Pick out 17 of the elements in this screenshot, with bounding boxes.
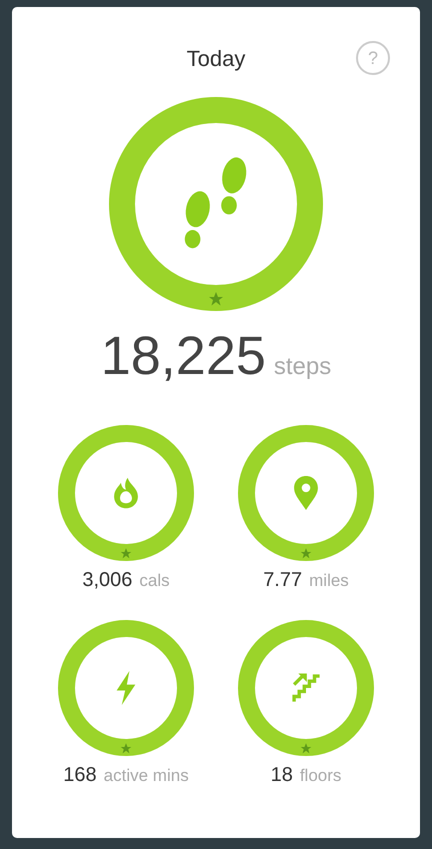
steps-unit: steps: [274, 353, 332, 381]
footprints-icon: [184, 157, 246, 248]
stat-unit: active mins: [104, 766, 189, 786]
stat-value: 7.77: [263, 569, 302, 592]
help-button[interactable]: ?: [356, 41, 390, 75]
stat-unit: cals: [139, 571, 170, 591]
page-title: Today: [186, 46, 246, 72]
flame-icon: [114, 478, 138, 508]
map-pin-icon: [294, 476, 318, 510]
steps-value: 18,225: [100, 325, 266, 387]
stat-unit: miles: [309, 571, 349, 591]
stairs-icon: [292, 674, 320, 702]
stat-unit: floors: [300, 766, 342, 786]
stat-value: 3,006: [82, 569, 132, 592]
stat-value: 168: [63, 764, 97, 787]
lightning-icon: [116, 671, 136, 705]
stat-value: 18: [270, 764, 293, 787]
